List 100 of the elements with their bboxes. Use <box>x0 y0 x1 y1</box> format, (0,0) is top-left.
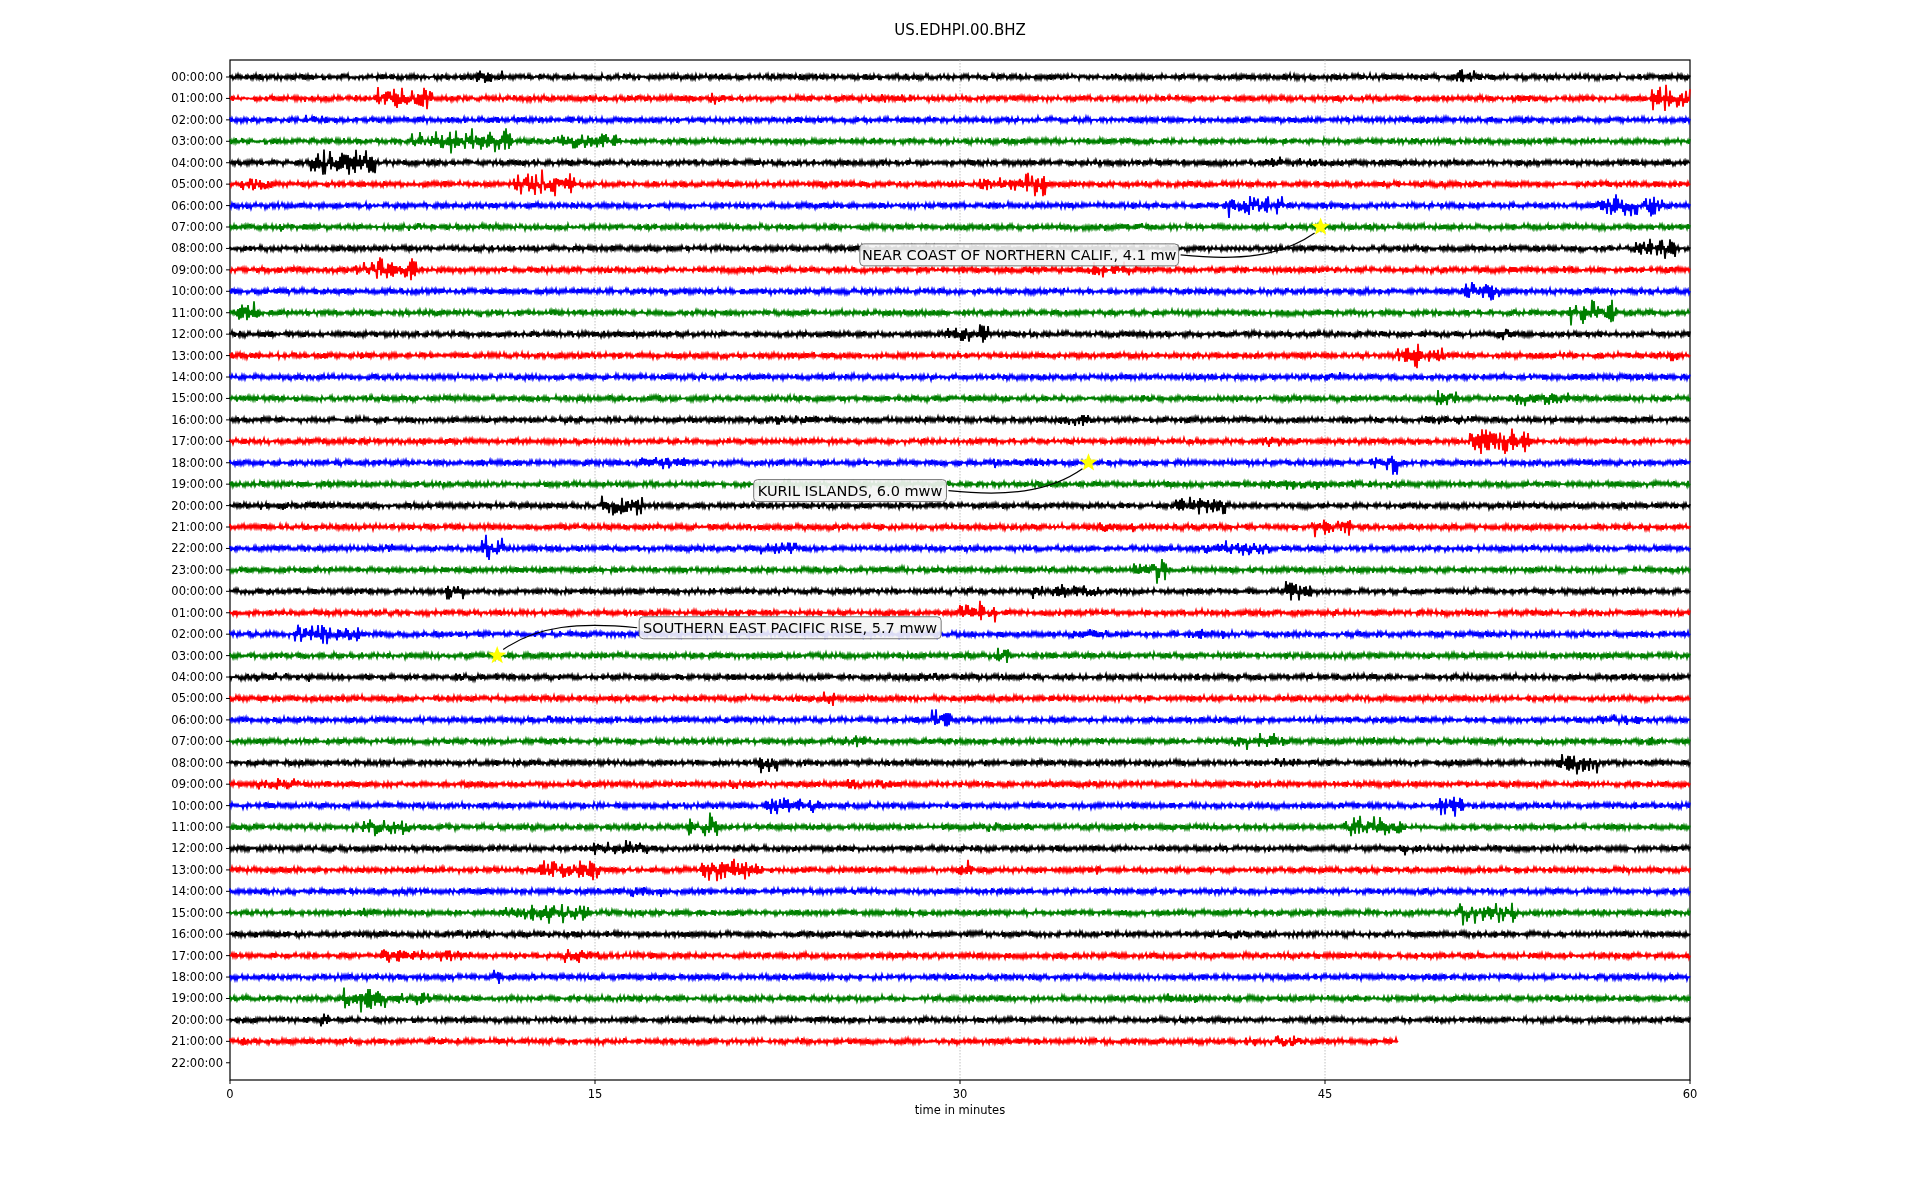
tick-mark <box>225 312 231 314</box>
tick-mark <box>225 590 231 592</box>
y-tick-label: 22:00:00 <box>171 1055 223 1070</box>
y-tick-label: 06:00:00 <box>171 198 223 213</box>
y-tick-label: 23:00:00 <box>171 562 223 577</box>
x-tick-label: 30 <box>952 1087 968 1101</box>
tick-mark <box>225 462 231 464</box>
tick-mark <box>225 633 231 635</box>
y-tick-label: 22:00:00 <box>171 541 223 556</box>
tick-mark <box>225 762 231 764</box>
y-tick-label: 08:00:00 <box>171 241 223 256</box>
y-tick-label: 19:00:00 <box>171 991 223 1006</box>
tick-mark <box>225 376 231 378</box>
y-tick-label: 08:00:00 <box>171 755 223 770</box>
y-tick-label: 03:00:00 <box>171 134 223 149</box>
y-tick-label: 17:00:00 <box>171 434 223 449</box>
y-tick-label: 10:00:00 <box>171 798 223 813</box>
tick-mark <box>225 805 231 807</box>
tick-mark <box>225 355 231 357</box>
y-tick-label: 12:00:00 <box>171 327 223 342</box>
tick-mark <box>225 569 231 571</box>
tick-mark <box>225 119 231 121</box>
tick-mark <box>225 783 231 785</box>
y-tick-label: 18:00:00 <box>171 970 223 985</box>
tick-mark <box>225 976 231 978</box>
tick-mark <box>225 76 231 78</box>
y-tick-label: 16:00:00 <box>171 927 223 942</box>
tick-mark <box>225 440 231 442</box>
y-tick-label: 14:00:00 <box>171 370 223 384</box>
tick-mark <box>225 1062 231 1064</box>
y-tick-label: 06:00:00 <box>171 712 223 727</box>
tick-mark <box>225 890 231 892</box>
tick-mark <box>225 826 231 828</box>
tick-mark <box>225 333 231 335</box>
y-tick-label: 13:00:00 <box>171 348 223 363</box>
y-tick-label: 18:00:00 <box>171 455 223 470</box>
tick-mark <box>225 1019 231 1021</box>
y-tick-label: 02:00:00 <box>171 627 223 642</box>
event-label: KURIL ISLANDS, 6.0 mww <box>753 479 947 503</box>
tick-mark <box>225 97 231 99</box>
tick-mark <box>225 419 231 421</box>
y-tick-label: 00:00:00 <box>171 584 223 599</box>
tick-mark <box>225 612 231 614</box>
tick-mark <box>225 998 231 999</box>
y-tick-label: 01:00:00 <box>171 605 223 620</box>
tick-mark <box>225 505 231 507</box>
tick-mark <box>959 1079 961 1085</box>
tick-mark <box>225 290 231 292</box>
tick-mark <box>225 655 231 657</box>
y-tick-label: 09:00:00 <box>171 777 223 792</box>
x-tick-label: 60 <box>1682 1087 1698 1101</box>
tick-mark <box>225 547 231 549</box>
tick-mark <box>225 183 231 185</box>
tick-mark <box>225 869 231 871</box>
tick-mark <box>225 269 231 271</box>
y-tick-label: 05:00:00 <box>171 691 223 706</box>
y-tick-label: 21:00:00 <box>171 1034 223 1049</box>
tick-mark <box>225 226 231 228</box>
tick-mark <box>225 955 231 957</box>
x-tick-label: 45 <box>1317 1087 1333 1101</box>
tick-mark <box>225 676 231 678</box>
y-tick-label: 17:00:00 <box>171 948 223 963</box>
x-tick-label: 15 <box>587 1087 603 1101</box>
y-tick-label: 00:00:00 <box>171 70 223 84</box>
x-tick-label: 0 <box>226 1087 234 1101</box>
event-label: NEAR COAST OF NORTHERN CALIF., 4.1 mw <box>859 243 1180 267</box>
y-tick-label: 04:00:00 <box>171 670 223 685</box>
x-axis-label: time in minutes <box>914 1103 1006 1117</box>
y-tick-label: 03:00:00 <box>171 648 223 663</box>
y-tick-label: 10:00:00 <box>171 284 223 299</box>
tick-mark <box>229 1079 231 1085</box>
tick-mark <box>594 1079 596 1085</box>
tick-mark <box>225 848 231 849</box>
y-tick-label: 07:00:00 <box>171 220 223 234</box>
tick-mark <box>225 912 231 914</box>
y-tick-label: 05:00:00 <box>171 177 223 192</box>
y-tick-label: 14:00:00 <box>171 884 223 899</box>
y-tick-label: 04:00:00 <box>171 155 223 170</box>
y-tick-label: 09:00:00 <box>171 262 223 277</box>
y-tick-label: 16:00:00 <box>171 412 223 427</box>
tick-mark <box>225 719 231 721</box>
y-tick-label: 12:00:00 <box>171 841 223 856</box>
y-tick-label: 20:00:00 <box>171 498 223 513</box>
tick-mark <box>1689 1079 1691 1085</box>
tick-mark <box>225 140 231 142</box>
tick-mark <box>225 247 231 249</box>
y-tick-label: 01:00:00 <box>171 91 223 106</box>
tick-mark <box>225 397 231 399</box>
y-tick-label: 02:00:00 <box>171 112 223 127</box>
event-label: SOUTHERN EAST PACIFIC RISE, 5.7 mww <box>638 616 942 640</box>
plot-title: US.EDHPI.00.BHZ <box>894 21 1026 39</box>
y-tick-label: 15:00:00 <box>171 391 223 406</box>
y-tick-label: 13:00:00 <box>171 862 223 877</box>
tick-mark <box>225 526 231 528</box>
y-tick-label: 07:00:00 <box>171 734 223 749</box>
y-tick-label: 11:00:00 <box>171 820 223 835</box>
y-tick-label: 21:00:00 <box>171 520 223 535</box>
y-tick-label: 11:00:00 <box>171 305 223 320</box>
tick-mark <box>225 933 231 935</box>
tick-mark <box>225 740 231 742</box>
